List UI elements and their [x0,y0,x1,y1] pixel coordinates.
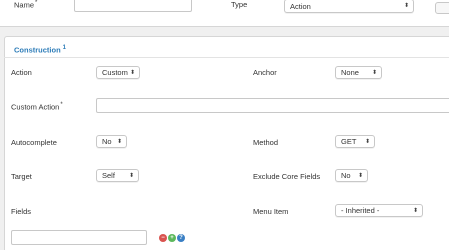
section-divider [4,57,449,58]
construction-card [4,36,449,250]
method-label: Method [253,138,279,147]
name-label: Name* [14,0,38,10]
field-row-actions: − + ? [159,234,185,242]
autocomplete-label: Autocomplete [11,138,57,147]
target-select[interactable]: Self ⬍ [96,169,139,182]
chevron-updown-icon: ⬍ [412,207,418,214]
type-label: Type [231,0,248,9]
fields-label: Fields [11,207,32,216]
chevron-updown-icon: ⬍ [364,138,370,145]
fields-input[interactable] [11,230,147,245]
add-icon[interactable]: + [168,234,176,242]
chevron-updown-icon: ⬍ [403,3,409,9]
chevron-updown-icon: ⬍ [116,138,122,145]
menu-item-select[interactable]: - Inherited - ⬍ [335,204,423,217]
method-select[interactable]: GET ⬍ [335,135,375,148]
chevron-updown-icon: ⬍ [357,172,363,179]
exclude-core-fields-label: Exclude Core Fields [253,172,321,181]
help-icon[interactable]: ? [177,234,185,242]
menu-item-label: Menu Item [253,207,289,216]
name-input[interactable] [74,0,192,12]
exclude-core-fields-select[interactable]: No ⬍ [335,169,368,182]
anchor-label: Anchor [253,68,277,77]
custom-action-input[interactable] [96,98,449,113]
remove-icon[interactable]: − [159,234,167,242]
chevron-updown-icon: ⬍ [129,69,135,76]
chevron-updown-icon: ⬍ [128,172,134,179]
chevron-updown-icon: ⬍ [371,69,377,76]
action-label: Action [11,68,32,77]
type-select[interactable]: Action ⬍ [284,0,414,13]
section-title: Construction 1 [14,45,67,55]
edge-button[interactable] [435,2,449,14]
custom-action-label: Custom Action* [11,102,63,112]
target-label: Target [11,172,32,181]
autocomplete-select[interactable]: No ⬍ [96,135,127,148]
action-select[interactable]: Custom ⬍ [96,66,140,79]
anchor-select[interactable]: None ⬍ [335,66,382,79]
